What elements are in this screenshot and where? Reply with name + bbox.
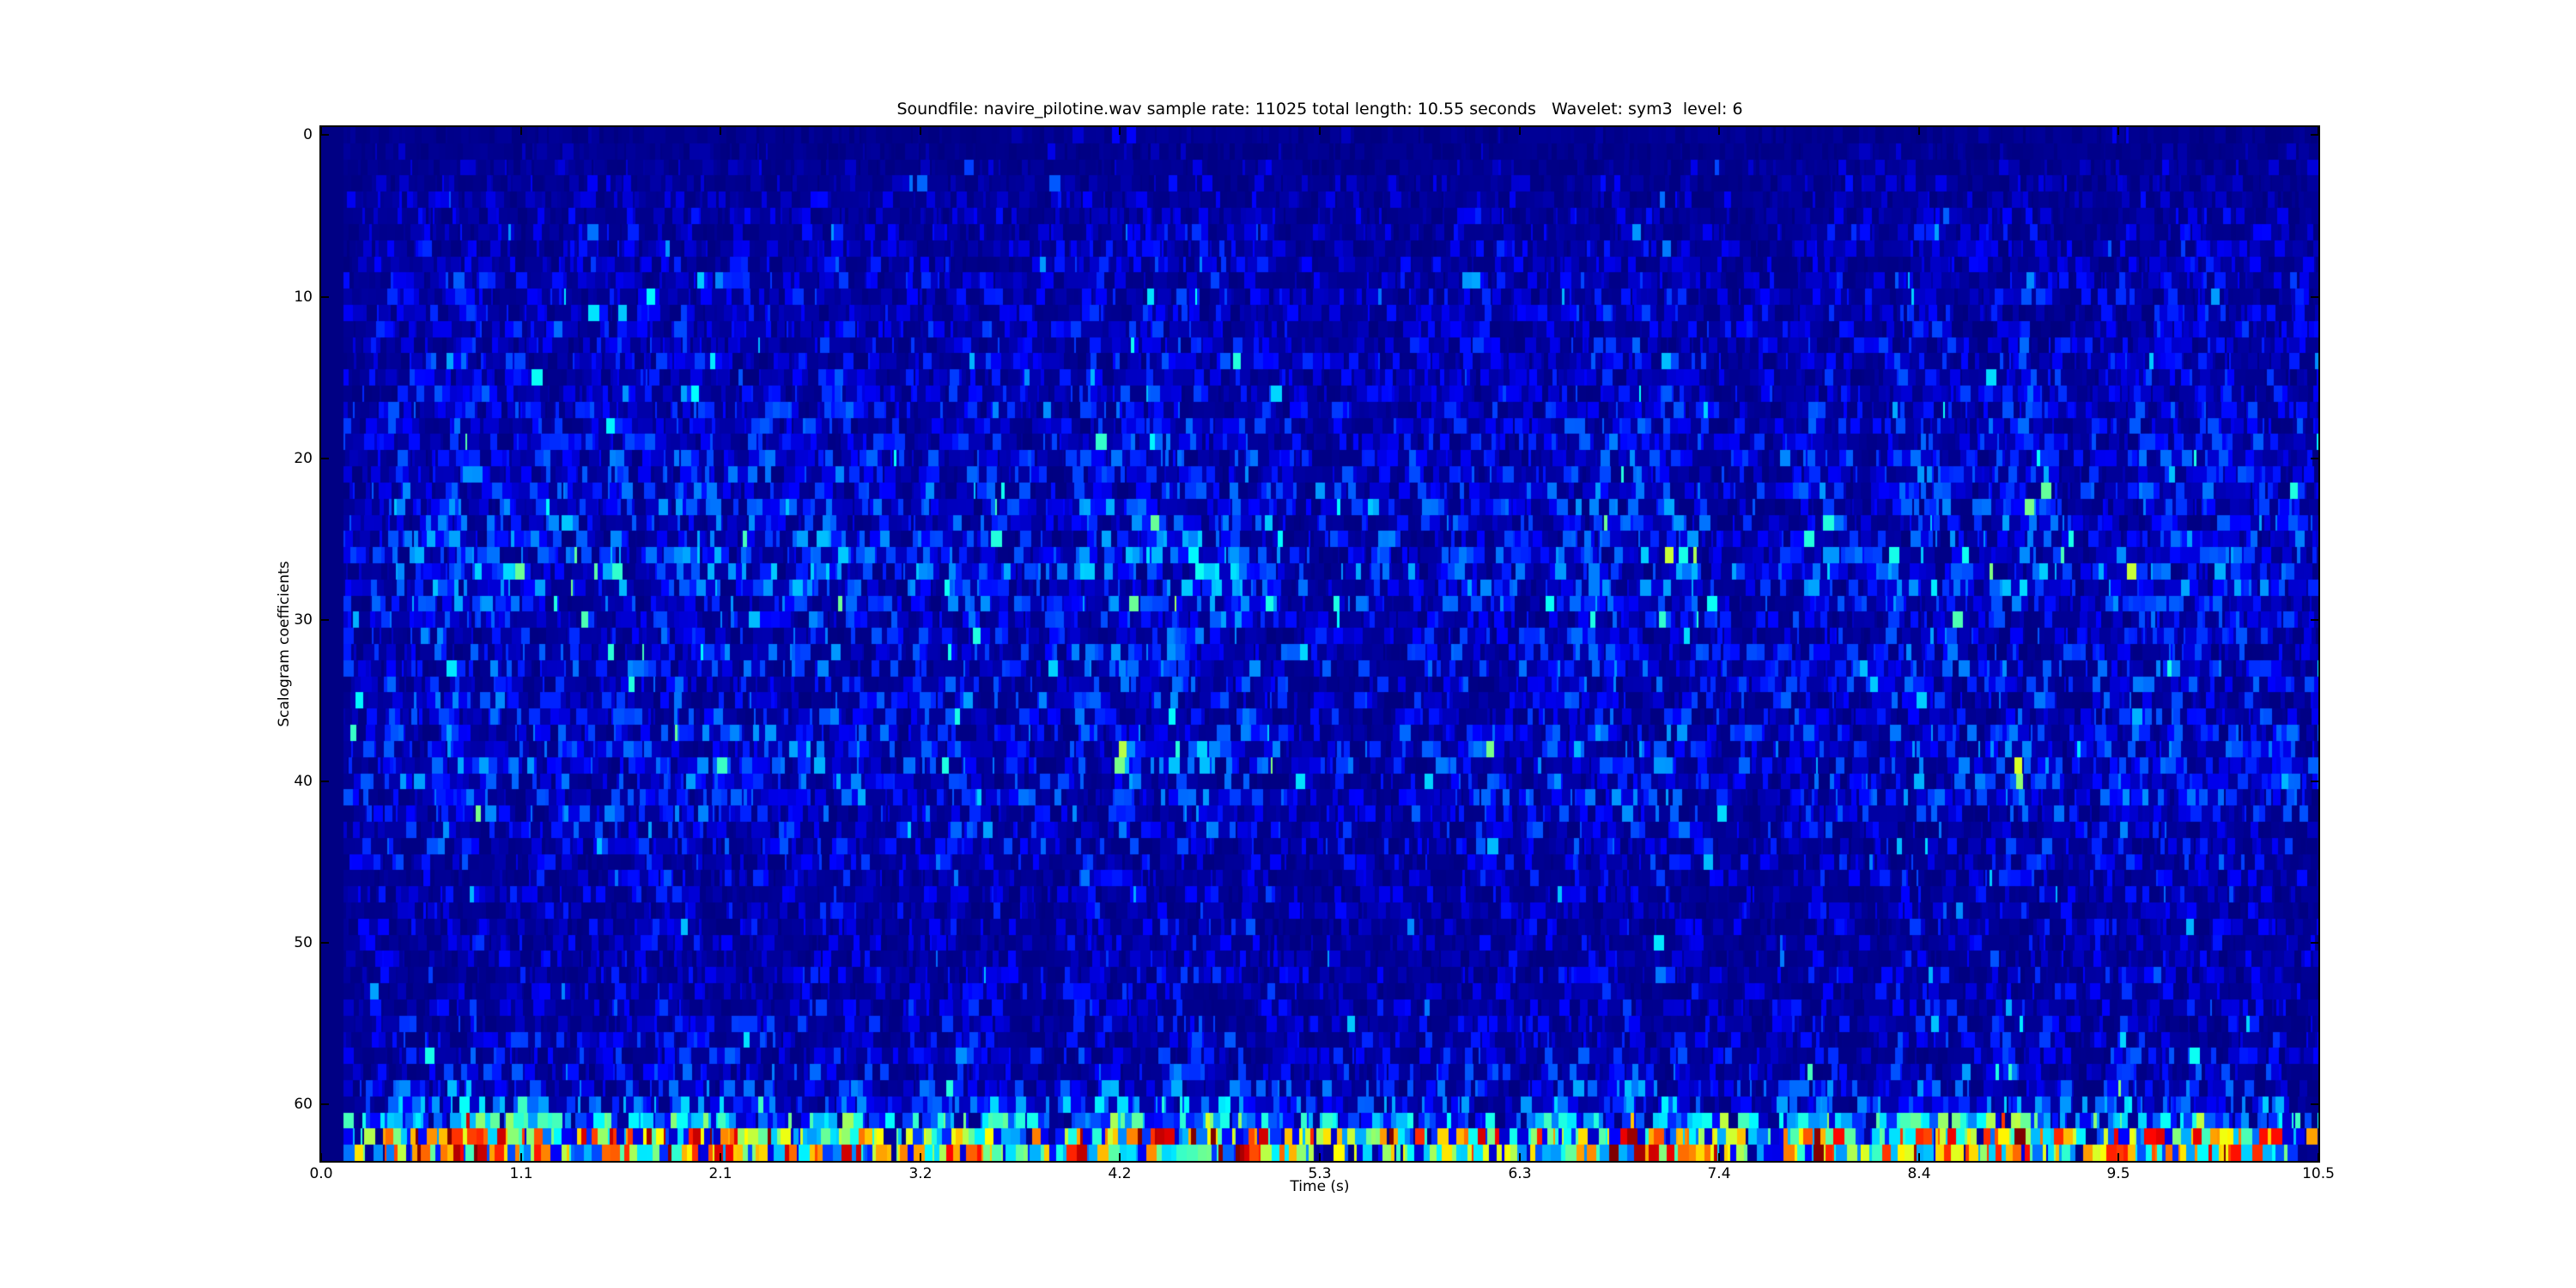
tick-mark bbox=[2311, 458, 2318, 459]
tick-mark bbox=[320, 1153, 322, 1161]
tick-mark bbox=[920, 127, 921, 135]
tick-mark bbox=[2318, 1153, 2319, 1161]
y-axis-label: Scalogram coefficients bbox=[276, 561, 293, 726]
tick-mark bbox=[321, 458, 329, 459]
tick-mark bbox=[321, 619, 329, 621]
tick-mark bbox=[321, 781, 329, 782]
axes bbox=[319, 125, 2320, 1163]
scalogram-heatmap-canvas bbox=[321, 127, 2318, 1161]
tick-mark bbox=[520, 1153, 522, 1161]
tick-mark bbox=[1718, 1153, 1720, 1161]
tick-mark bbox=[321, 942, 329, 944]
tick-mark bbox=[1319, 1153, 1321, 1161]
y-axis-tick-label: 60 bbox=[227, 1095, 313, 1114]
tick-mark bbox=[2311, 1103, 2318, 1105]
plot-title: Soundfile: navire_pilotine.wav sample ra… bbox=[321, 100, 2318, 118]
tick-mark bbox=[1918, 1153, 1920, 1161]
y-axis-tick-label: 50 bbox=[227, 933, 313, 952]
tick-mark bbox=[321, 296, 329, 298]
tick-mark bbox=[1319, 127, 1321, 135]
tick-mark bbox=[920, 1153, 921, 1161]
tick-mark bbox=[1918, 127, 1920, 135]
tick-mark bbox=[1119, 1153, 1121, 1161]
tick-mark bbox=[321, 134, 329, 136]
tick-mark bbox=[2117, 127, 2119, 135]
tick-mark bbox=[2311, 134, 2318, 136]
tick-mark bbox=[720, 127, 721, 135]
tick-mark bbox=[1718, 127, 1720, 135]
tick-mark bbox=[1519, 127, 1521, 135]
y-axis-tick-label: 10 bbox=[227, 288, 313, 307]
tick-mark bbox=[2311, 619, 2318, 621]
y-axis-tick-label: 0 bbox=[227, 125, 313, 144]
y-axis-tick-label: 30 bbox=[227, 611, 313, 629]
tick-mark bbox=[2311, 296, 2318, 298]
y-axis-tick-label: 40 bbox=[227, 772, 313, 791]
x-axis-label: Time (s) bbox=[321, 1178, 2318, 1195]
tick-mark bbox=[520, 127, 522, 135]
y-axis-tick-label: 20 bbox=[227, 449, 313, 468]
tick-mark bbox=[2311, 942, 2318, 944]
figure: Soundfile: navire_pilotine.wav sample ra… bbox=[0, 0, 2576, 1288]
tick-mark bbox=[2117, 1153, 2119, 1161]
tick-mark bbox=[720, 1153, 721, 1161]
tick-mark bbox=[321, 1103, 329, 1105]
tick-mark bbox=[1119, 127, 1121, 135]
tick-mark bbox=[2311, 781, 2318, 782]
tick-mark bbox=[1519, 1153, 1521, 1161]
